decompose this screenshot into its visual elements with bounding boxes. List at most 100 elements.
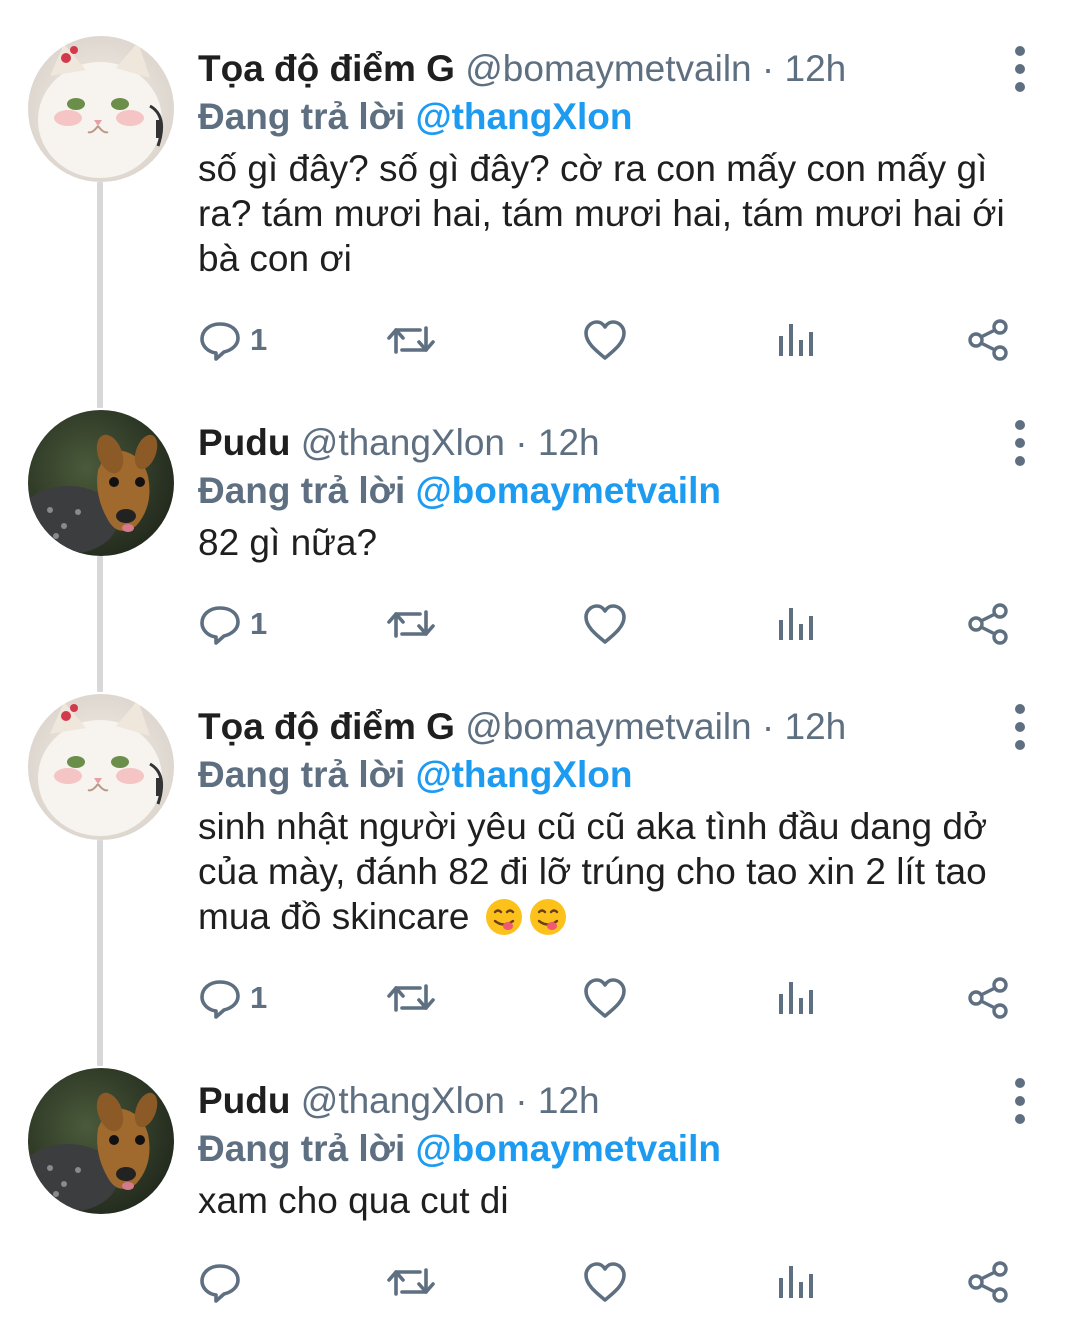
like-button[interactable]	[582, 310, 628, 370]
action-bar: 1	[0, 968, 1080, 1028]
views-bar-chart-icon	[776, 1260, 816, 1304]
share-button[interactable]	[966, 310, 1010, 370]
avatar[interactable]	[28, 694, 174, 840]
tweet-text: sinh nhật người yêu cũ cũ aka tình đầu d…	[198, 806, 988, 937]
reply-button[interactable]: 1	[198, 968, 267, 1028]
share-icon	[966, 1260, 1010, 1304]
views-bar-chart-icon	[776, 602, 816, 646]
share-icon	[966, 318, 1010, 362]
reply-button[interactable]	[198, 1252, 250, 1312]
replying-to: Đang trả lời @bomaymetvailn	[198, 1124, 721, 1174]
reply-count: 1	[250, 980, 268, 1015]
retweet-button[interactable]	[386, 594, 436, 654]
timestamp[interactable]: 12h	[785, 48, 847, 89]
tweet-text-block: sinh nhật người yêu cũ cũ aka tình đầu d…	[198, 804, 1048, 939]
share-icon	[966, 976, 1010, 1020]
replying-to-handle[interactable]: @thangXlon	[416, 754, 633, 795]
face-savoring-food-emoji-icon	[529, 899, 566, 935]
share-button[interactable]	[966, 968, 1010, 1028]
replying-to: Đang trả lời @thangXlon	[198, 750, 632, 800]
tweet-header: Tọa độ điểm G @bomaymetvailn · 12h	[198, 702, 846, 752]
action-bar: 1	[0, 594, 1080, 654]
retweet-button[interactable]	[386, 310, 436, 370]
reply-button[interactable]: 1	[198, 594, 267, 654]
user-handle[interactable]: @bomaymetvailn	[465, 706, 751, 747]
more-vertical-icon[interactable]	[1000, 420, 1040, 466]
views-bar-chart-icon	[776, 976, 816, 1020]
avatar[interactable]	[28, 1068, 174, 1214]
replying-to-handle[interactable]: @bomaymetvailn	[416, 1128, 721, 1169]
replying-to-label: Đang trả lời	[198, 470, 406, 511]
like-button[interactable]	[582, 968, 628, 1028]
replying-to-handle[interactable]: @bomaymetvailn	[416, 470, 721, 511]
more-vertical-icon[interactable]	[1000, 46, 1040, 92]
more-vertical-icon[interactable]	[1000, 704, 1040, 750]
views-button[interactable]	[776, 1252, 816, 1312]
display-name[interactable]: Tọa độ điểm G	[198, 48, 455, 89]
avatar[interactable]	[28, 410, 174, 556]
reply-count: 1	[250, 322, 268, 357]
reply-bubble-icon	[198, 602, 242, 646]
tweet-header: Pudu @thangXlon · 12h	[198, 418, 600, 468]
tweet[interactable]: Tọa độ điểm G @bomaymetvailn · 12h Đang …	[0, 36, 1080, 376]
tweet[interactable]: Tọa độ điểm G @bomaymetvailn · 12h Đang …	[0, 694, 1080, 1034]
separator-dot: ·	[761, 706, 775, 747]
heart-icon	[582, 1260, 628, 1304]
timestamp[interactable]: 12h	[785, 706, 847, 747]
tweet[interactable]: Pudu @thangXlon · 12h Đang trả lời @boma…	[0, 1068, 1080, 1318]
timestamp[interactable]: 12h	[538, 422, 600, 463]
action-bar: 1	[0, 310, 1080, 370]
avatar[interactable]	[28, 36, 174, 182]
views-button[interactable]	[776, 594, 816, 654]
retweet-button[interactable]	[386, 1252, 436, 1312]
tweet-thread: Tọa độ điểm G @bomaymetvailn · 12h Đang …	[0, 0, 1080, 1324]
white-cat-avatar-icon	[28, 36, 174, 182]
retweet-icon	[386, 318, 436, 362]
heart-icon	[582, 976, 628, 1020]
more-vertical-icon[interactable]	[1000, 1078, 1040, 1124]
views-button[interactable]	[776, 310, 816, 370]
tweet-header: Tọa độ điểm G @bomaymetvailn · 12h	[198, 44, 846, 94]
face-savoring-food-emoji-icon	[485, 899, 522, 935]
like-button[interactable]	[582, 1252, 628, 1312]
reply-bubble-icon	[198, 976, 242, 1020]
pudu-deer-avatar-icon	[28, 1068, 174, 1214]
tweet-header: Pudu @thangXlon · 12h	[198, 1076, 600, 1126]
pudu-deer-avatar-icon	[28, 410, 174, 556]
replying-to-handle[interactable]: @thangXlon	[416, 96, 633, 137]
separator-dot: ·	[515, 1080, 528, 1121]
replying-to-label: Đang trả lời	[198, 754, 406, 795]
display-name[interactable]: Tọa độ điểm G	[198, 706, 455, 747]
display-name[interactable]: Pudu	[198, 422, 290, 463]
replying-to-label: Đang trả lời	[198, 1128, 406, 1169]
replying-to-label: Đang trả lời	[198, 96, 406, 137]
share-icon	[966, 602, 1010, 646]
tweet[interactable]: Pudu @thangXlon · 12h Đang trả lời @boma…	[0, 410, 1080, 660]
share-button[interactable]	[966, 1252, 1010, 1312]
user-handle[interactable]: @bomaymetvailn	[465, 48, 751, 89]
tweet-text: số gì đây? số gì đây? cờ ra con mấy con …	[198, 148, 1005, 279]
separator-dot: ·	[515, 422, 528, 463]
tweet-text: xam cho qua cut di	[198, 1180, 509, 1221]
reply-count: 1	[250, 606, 268, 641]
like-button[interactable]	[582, 594, 628, 654]
replying-to: Đang trả lời @thangXlon	[198, 92, 632, 142]
action-bar	[0, 1252, 1080, 1312]
retweet-icon	[386, 602, 436, 646]
reply-bubble-icon	[198, 318, 242, 362]
retweet-icon	[386, 976, 436, 1020]
retweet-button[interactable]	[386, 968, 436, 1028]
views-button[interactable]	[776, 968, 816, 1028]
heart-icon	[582, 318, 628, 362]
views-bar-chart-icon	[776, 318, 816, 362]
user-handle[interactable]: @thangXlon	[301, 1080, 505, 1121]
replying-to: Đang trả lời @bomaymetvailn	[198, 466, 721, 516]
display-name[interactable]: Pudu	[198, 1080, 290, 1121]
reply-button[interactable]: 1	[198, 310, 267, 370]
separator-dot: ·	[761, 48, 775, 89]
share-button[interactable]	[966, 594, 1010, 654]
retweet-icon	[386, 1260, 436, 1304]
user-handle[interactable]: @thangXlon	[301, 422, 505, 463]
timestamp[interactable]: 12h	[538, 1080, 600, 1121]
reply-bubble-icon	[198, 1260, 242, 1304]
